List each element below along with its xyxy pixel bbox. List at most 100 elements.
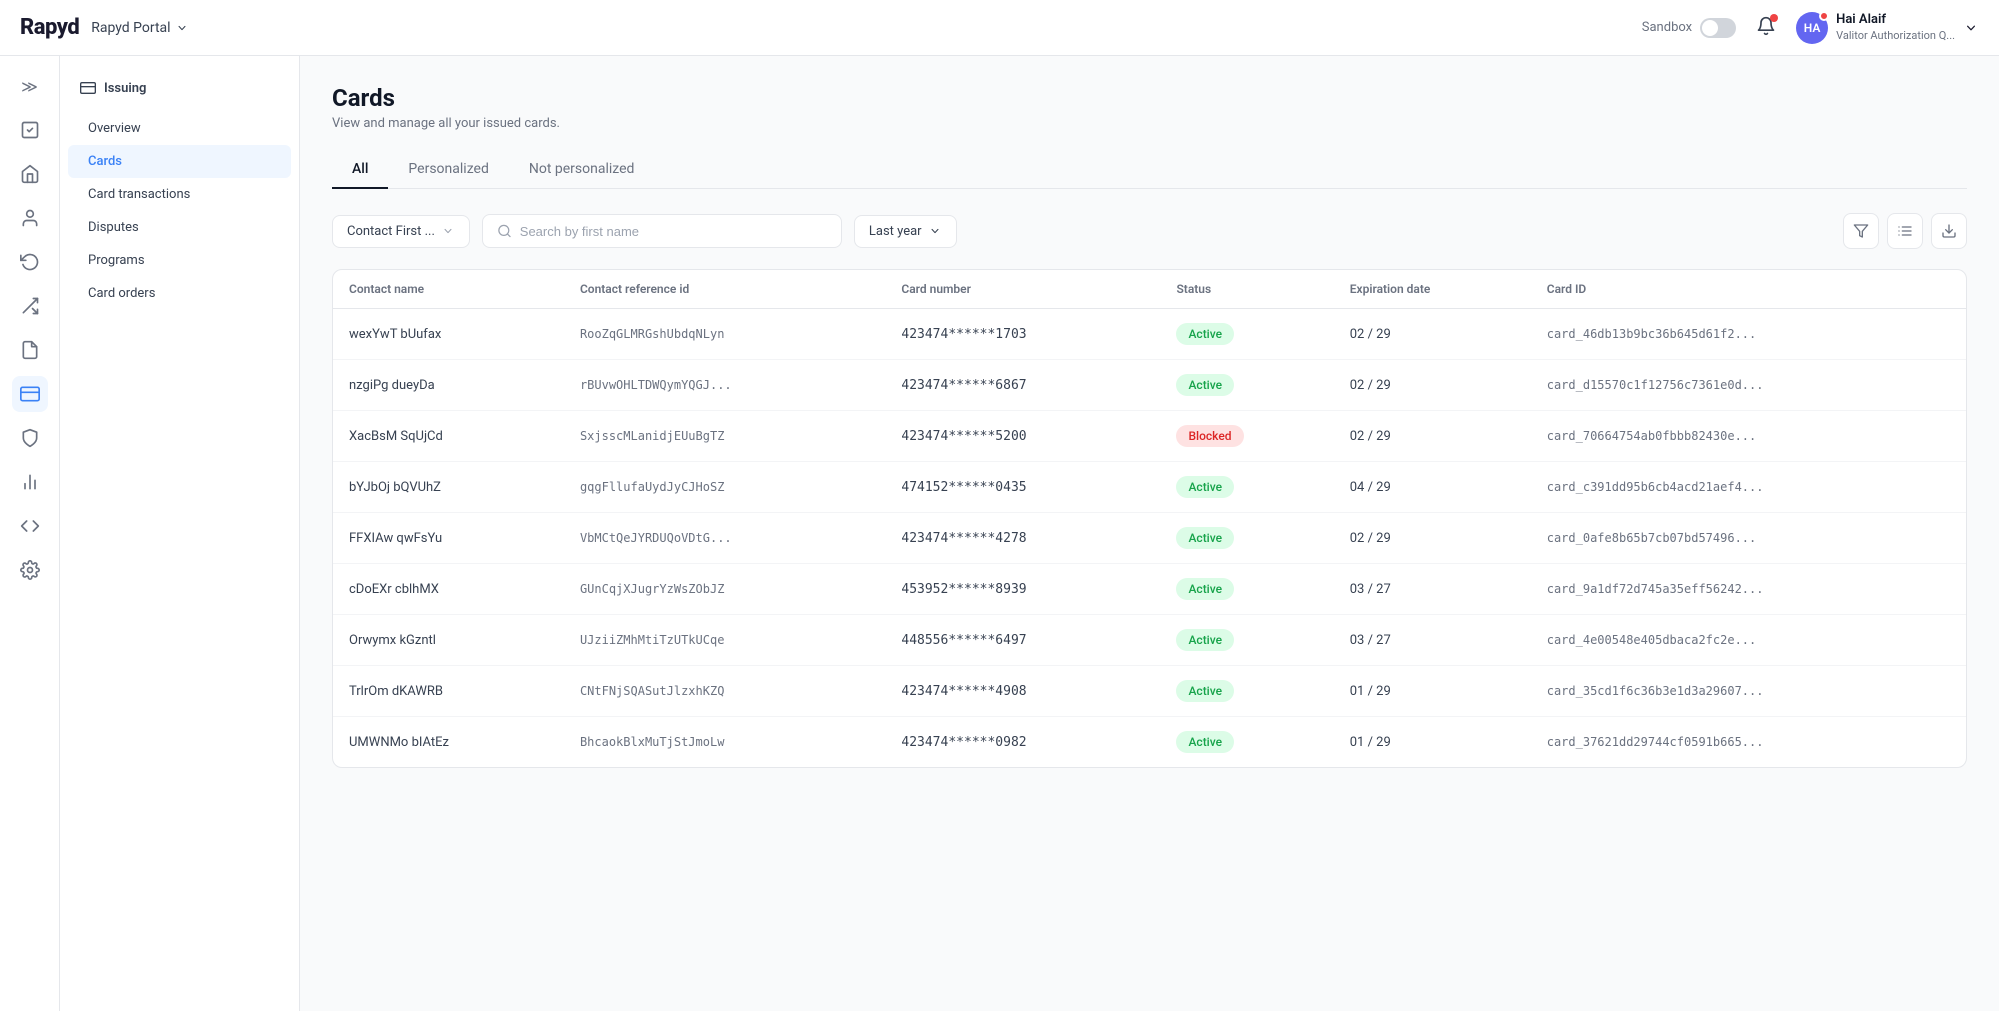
col-contact-name: Contact name [333, 270, 564, 309]
page-subtitle: View and manage all your issued cards. [332, 116, 1967, 131]
sidebar-item-card-orders[interactable]: Card orders [68, 277, 291, 310]
cell-contact-ref: SxjsscMLanidjEUuBgTZ [564, 411, 885, 462]
cell-card-id: card_c391dd95b6cb4acd21aef4... [1531, 462, 1966, 513]
user-menu[interactable]: HA Hai Alaif Valitor Authorization Q... [1796, 12, 1979, 44]
cell-status: Active [1160, 666, 1333, 717]
date-filter-dropdown[interactable]: Last year [854, 215, 957, 248]
cell-contact-name: XacBsM SqUjCd [333, 411, 564, 462]
filter-button[interactable] [1843, 213, 1879, 249]
notifications-button[interactable] [1756, 16, 1776, 40]
sandbox-switch[interactable] [1700, 18, 1736, 38]
tasks-icon-button[interactable] [12, 112, 48, 148]
status-badge: Blocked [1176, 425, 1243, 447]
cell-contact-ref: CNtFNjSQASutJlzxhKZQ [564, 666, 885, 717]
cell-status: Active [1160, 564, 1333, 615]
documents-icon-button[interactable] [12, 332, 48, 368]
cards-icon-button[interactable] [12, 376, 48, 412]
filters-row: Contact First ... Last year [332, 213, 1967, 249]
table-row[interactable]: UMWNMo bIAtEz BhcaokBlxMuTjStJmoLw 42347… [333, 717, 1966, 768]
cell-contact-name: wexYwT bUufax [333, 309, 564, 360]
table-row[interactable]: TrlrOm dKAWRB CNtFNjSQASutJlzxhKZQ 42347… [333, 666, 1966, 717]
cell-card-id: card_d15570c1f12756c7361e0d... [1531, 360, 1966, 411]
cell-card-id: card_46db13b9bc36b645d61f2... [1531, 309, 1966, 360]
chevron-down-icon [175, 21, 189, 35]
content-area: ≫ [0, 56, 1999, 1011]
sidebar-item-overview[interactable]: Overview [68, 112, 291, 145]
portal-selector[interactable]: Rapyd Portal [91, 20, 188, 36]
cell-status: Active [1160, 360, 1333, 411]
cell-contact-ref: VbMCtQeJYRDUQoVDtG... [564, 513, 885, 564]
analytics-icon-button[interactable] [12, 464, 48, 500]
table-row[interactable]: Orwymx kGzntl UJziiZMhMtiTzUTkUCqe 44855… [333, 615, 1966, 666]
home-icon-button[interactable] [12, 156, 48, 192]
contact-filter-chevron-icon [441, 224, 455, 238]
contacts-icon-button[interactable] [12, 200, 48, 236]
compliance-icon-button[interactable] [12, 420, 48, 456]
status-badge: Active [1176, 527, 1234, 549]
avatar-status-dot [1819, 11, 1829, 21]
avatar-initials: HA [1804, 21, 1821, 35]
cell-contact-name: TrlrOm dKAWRB [333, 666, 564, 717]
cell-contact-name: UMWNMo bIAtEz [333, 717, 564, 768]
contact-filter-dropdown[interactable]: Contact First ... [332, 215, 470, 248]
main-content: Cards View and manage all your issued ca… [300, 56, 1999, 1011]
date-filter-chevron-icon [928, 224, 942, 238]
icon-sidebar: ≫ [0, 56, 60, 1011]
cell-card-number: 423474******0982 [885, 717, 1160, 768]
cell-contact-name: bYJbOj bQVUhZ [333, 462, 564, 513]
cell-expiration: 03 / 27 [1334, 615, 1531, 666]
sidebar-item-programs[interactable]: Programs [68, 244, 291, 277]
cell-card-number: 423474******4278 [885, 513, 1160, 564]
cell-status: Active [1160, 513, 1333, 564]
col-status: Status [1160, 270, 1333, 309]
sidebar-item-disputes[interactable]: Disputes [68, 211, 291, 244]
cell-card-number: 423474******6867 [885, 360, 1160, 411]
download-button[interactable] [1931, 213, 1967, 249]
filter-icon [1853, 223, 1869, 239]
sandbox-toggle[interactable]: Sandbox [1642, 18, 1736, 38]
toggle-knob [1702, 20, 1718, 36]
table-row[interactable]: FFXIAw qwFsYu VbMCtQeJYRDUQoVDtG... 4234… [333, 513, 1966, 564]
developers-icon-button[interactable] [12, 508, 48, 544]
table-row[interactable]: nzgiPg dueyDa rBUvwOHLTDWQymYQGJ... 4234… [333, 360, 1966, 411]
cell-contact-ref: GUnCqjXJugrYzWsZObJZ [564, 564, 885, 615]
payouts-icon-button[interactable] [12, 288, 48, 324]
search-box[interactable] [482, 214, 842, 248]
status-badge: Active [1176, 680, 1234, 702]
col-expiration: Expiration date [1334, 270, 1531, 309]
user-subtitle: Valitor Authorization Q... [1836, 29, 1955, 43]
table-row[interactable]: bYJbOj bQVUhZ gqgFllufaUydJyCJHoSZ 47415… [333, 462, 1966, 513]
cell-contact-name: nzgiPg dueyDa [333, 360, 564, 411]
settings-icon-button[interactable] [12, 552, 48, 588]
status-badge: Active [1176, 476, 1234, 498]
cell-contact-ref: UJziiZMhMtiTzUTkUCqe [564, 615, 885, 666]
cell-status: Active [1160, 615, 1333, 666]
status-badge: Active [1176, 731, 1234, 753]
cell-contact-name: cDoEXr cblhMX [333, 564, 564, 615]
table-row[interactable]: wexYwT bUufax RooZqGLMRGshUbdqNLyn 42347… [333, 309, 1966, 360]
cell-contact-ref: BhcaokBlxMuTjStJmoLw [564, 717, 885, 768]
issuing-icon-button[interactable] [12, 244, 48, 280]
search-input[interactable] [520, 224, 827, 239]
sidebar-item-cards[interactable]: Cards [68, 145, 291, 178]
table-row[interactable]: XacBsM SqUjCd SxjsscMLanidjEUuBgTZ 42347… [333, 411, 1966, 462]
user-name: Hai Alaif [1836, 12, 1955, 29]
card-tabs: All Personalized Not personalized [332, 151, 1967, 189]
tab-personalized[interactable]: Personalized [388, 151, 508, 189]
cell-expiration: 01 / 29 [1334, 717, 1531, 768]
table-row[interactable]: cDoEXr cblhMX GUnCqjXJugrYzWsZObJZ 45395… [333, 564, 1966, 615]
cell-contact-ref: rBUvwOHLTDWQymYQGJ... [564, 360, 885, 411]
collapse-sidebar-button[interactable]: ≫ [12, 68, 48, 104]
cell-card-id: card_4e00548e405dbaca2fc2e... [1531, 615, 1966, 666]
tab-all[interactable]: All [332, 151, 388, 189]
sidebar-item-card-transactions[interactable]: Card transactions [68, 178, 291, 211]
tab-not-personalized[interactable]: Not personalized [509, 151, 655, 189]
logo-area: Rapyd Rapyd Portal [20, 15, 189, 40]
notification-dot [1770, 14, 1778, 22]
cell-card-number: 453952******8939 [885, 564, 1160, 615]
cell-card-number: 423474******4908 [885, 666, 1160, 717]
status-badge: Active [1176, 374, 1234, 396]
status-badge: Active [1176, 323, 1234, 345]
columns-button[interactable] [1887, 213, 1923, 249]
avatar: HA [1796, 12, 1828, 44]
